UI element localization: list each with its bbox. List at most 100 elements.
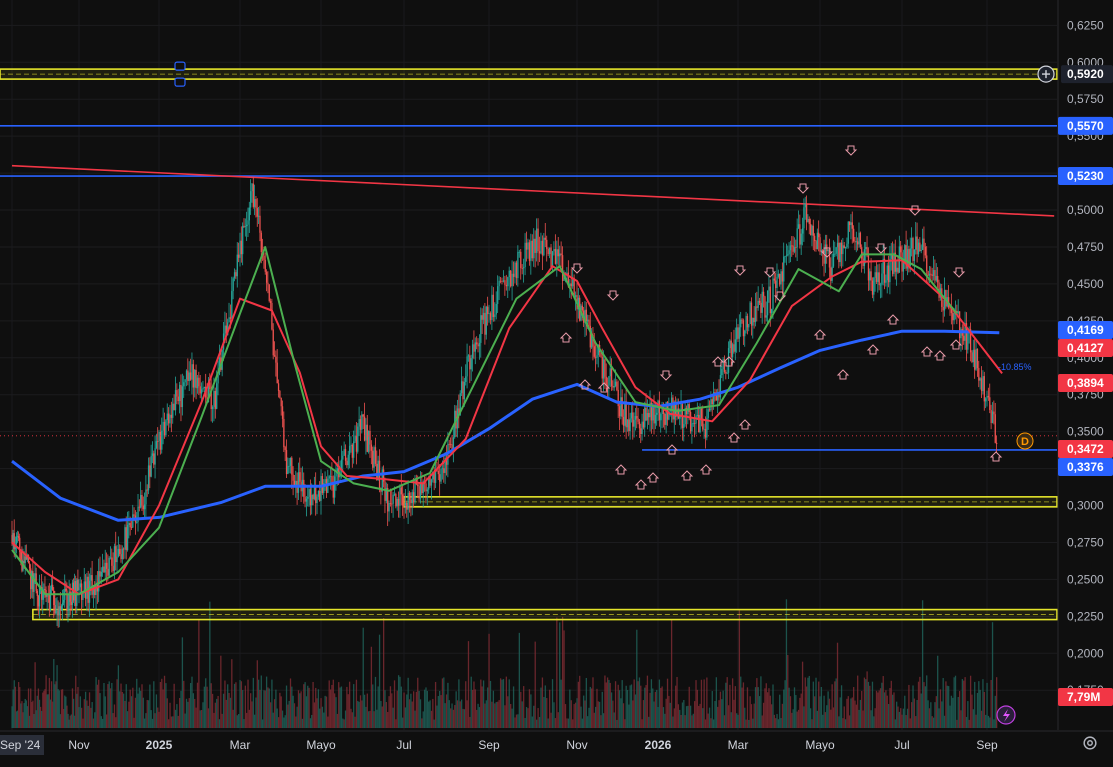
- candle-body: [581, 305, 584, 311]
- volume-bar: [546, 698, 548, 728]
- chart-canvas[interactable]: 0,62500,60000,57500,55000,52500,50000,47…: [0, 0, 1113, 762]
- volume-bar: [460, 699, 463, 728]
- candle-body: [125, 527, 127, 551]
- volume-bar: [658, 679, 661, 728]
- x-tick-label: Sep: [478, 738, 500, 752]
- volume-bar: [205, 678, 207, 728]
- candle-body: [196, 377, 199, 389]
- volume-bar: [311, 714, 313, 728]
- candle-body: [246, 224, 248, 227]
- volume-bar: [292, 695, 294, 728]
- volume-bar: [107, 684, 109, 728]
- y-tick-label: 0,2500: [1067, 572, 1104, 586]
- volume-bar: [719, 691, 722, 728]
- candle-body: [130, 527, 133, 528]
- volume-bar: [407, 677, 409, 728]
- candle-body: [369, 430, 371, 445]
- candle-body: [987, 395, 990, 398]
- volume-bar: [343, 719, 345, 728]
- volume-bar: [664, 713, 666, 728]
- candle-body: [111, 557, 113, 566]
- candle-body: [343, 449, 345, 456]
- volume-bar: [304, 682, 306, 728]
- volume-bar: [281, 710, 284, 728]
- volume-bar: [227, 684, 229, 728]
- candle-body: [476, 342, 478, 345]
- volume-bar: [251, 701, 253, 728]
- candle-body: [715, 395, 718, 401]
- candle-body: [265, 271, 268, 283]
- volume-bar: [733, 699, 735, 728]
- settings-gear-icon[interactable]: [1081, 734, 1099, 752]
- volume-bar: [374, 676, 377, 728]
- candle-body: [621, 397, 623, 417]
- candle-body: [736, 327, 738, 340]
- volume-bar: [638, 677, 641, 728]
- volume-bar: [727, 705, 730, 728]
- candle-body: [329, 476, 332, 477]
- candle-body: [695, 415, 697, 424]
- candle-body: [523, 267, 525, 269]
- volume-bar: [609, 682, 611, 728]
- candle-body: [492, 294, 495, 318]
- candle-body: [745, 315, 747, 331]
- candle-body: [995, 442, 998, 444]
- volume-bar: [982, 679, 984, 728]
- volume-bar: [151, 718, 154, 728]
- volume-bar: [950, 695, 953, 728]
- volume-bar: [779, 694, 781, 728]
- candle-body: [540, 240, 542, 254]
- candle-body: [993, 411, 995, 415]
- candle-body: [443, 468, 445, 473]
- volume-bar: [698, 705, 700, 728]
- volume-bar: [740, 676, 742, 728]
- volume-bar: [780, 718, 782, 728]
- volume-bar: [430, 710, 433, 728]
- volume-bar: [153, 681, 155, 728]
- volume-bar: [832, 707, 835, 728]
- candle-body: [764, 296, 766, 318]
- candle-body: [707, 409, 709, 418]
- candle-body: [859, 232, 862, 248]
- volume-bar: [965, 716, 968, 728]
- candle-body: [942, 306, 944, 311]
- volume-bar: [231, 659, 233, 728]
- candle-body: [638, 421, 641, 429]
- volume-bar: [556, 617, 558, 728]
- volume-bar: [79, 696, 82, 728]
- volume-bar: [640, 685, 642, 728]
- volume-bar: [363, 694, 366, 728]
- candle-body: [520, 251, 522, 269]
- volume-bar: [332, 679, 334, 728]
- candle-body: [683, 424, 685, 428]
- volume-bar: [132, 687, 134, 728]
- candle-body: [158, 431, 160, 442]
- candle-body: [871, 280, 874, 295]
- candle-body: [426, 489, 429, 492]
- candle-body: [487, 306, 489, 315]
- candle-body: [967, 330, 969, 350]
- volume-bar: [94, 712, 96, 728]
- volume-bar: [108, 681, 110, 728]
- volume-bar: [157, 707, 159, 728]
- volume-bar: [554, 718, 557, 728]
- volume-bar: [986, 682, 988, 728]
- volume-bar: [612, 700, 614, 728]
- volume-bar: [120, 683, 122, 728]
- candle-body: [151, 453, 154, 456]
- candle-body: [368, 430, 370, 452]
- volume-bar: [725, 682, 727, 728]
- volume-bar: [557, 712, 559, 728]
- volume-bar: [990, 679, 992, 728]
- volume-bar: [181, 637, 184, 728]
- candle-body: [556, 249, 558, 264]
- volume-bar: [731, 678, 734, 728]
- candle-body: [406, 503, 408, 510]
- x-tick-label: Jul: [396, 738, 411, 752]
- candle-body: [283, 418, 285, 448]
- candle-body: [610, 368, 613, 387]
- candle-body: [846, 243, 848, 248]
- candle-body: [752, 317, 754, 326]
- candle-body: [931, 274, 933, 276]
- price-chart[interactable]: 0,62500,60000,57500,55000,52500,50000,47…: [0, 0, 1113, 762]
